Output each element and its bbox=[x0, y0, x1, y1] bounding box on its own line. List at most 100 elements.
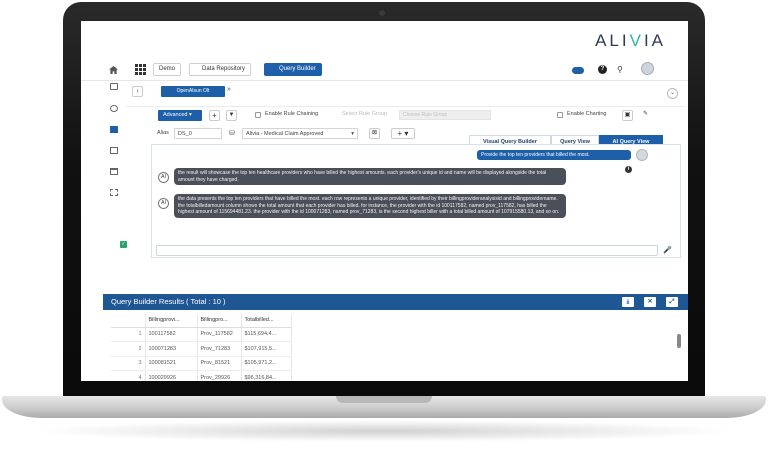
cell-provider-name: Prov_71283 bbox=[197, 341, 242, 357]
app-header: ALIVIA bbox=[81, 21, 688, 57]
advanced-label: Advanced bbox=[163, 112, 188, 118]
chat-input[interactable] bbox=[156, 245, 658, 256]
fullscreen-icon[interactable]: ⤢ bbox=[666, 297, 678, 307]
cell-provider-id: 100117582 bbox=[145, 327, 198, 342]
top-toolbar: Demo Data Repository Query Builder ? ⚲ bbox=[81, 59, 688, 81]
dropdown-caret-icon: ▾ bbox=[351, 131, 354, 137]
user-avatar-small bbox=[636, 149, 648, 161]
user-settings-icon[interactable]: ⚲ bbox=[617, 65, 623, 74]
info-icon[interactable]: i bbox=[625, 166, 632, 173]
checklist-icon[interactable] bbox=[110, 147, 118, 154]
cell-billed-amount: $96,316,84... bbox=[241, 370, 292, 381]
webcam bbox=[379, 10, 385, 16]
select-rule-group-label: Select Rule Group bbox=[342, 111, 387, 117]
query-builder-panel: › OpenAIsun Olt » ⌄ Advanced ▾ + ▼ Enabl… bbox=[125, 82, 685, 314]
bot-message-2: the data presents the top ten providers … bbox=[174, 194, 566, 218]
logo-text-v: V bbox=[629, 31, 644, 50]
brush-icon[interactable]: ✎ bbox=[640, 110, 651, 121]
status-check-icon: ✓ bbox=[120, 241, 127, 248]
cell-provider-id: 100071283 bbox=[145, 341, 198, 357]
laptop-notch bbox=[336, 396, 432, 403]
vertical-scrollbar[interactable] bbox=[677, 334, 681, 348]
chip-demo[interactable]: Demo bbox=[153, 63, 182, 76]
table-row[interactable]: 4 100029926 Prov_29926 $96,316,84... bbox=[111, 370, 292, 381]
clear-icon[interactable]: ⊠ bbox=[369, 128, 380, 139]
row-number: 2 bbox=[111, 341, 146, 357]
query-results-panel: Query Builder Results ( Total : 10 ) ⤓ ✕… bbox=[103, 294, 688, 381]
chevron-right-icon: » bbox=[227, 86, 231, 93]
expand-panel-button[interactable]: › bbox=[132, 86, 143, 97]
row-number-header bbox=[111, 314, 146, 328]
laptop-shadow bbox=[30, 420, 738, 442]
apps-grid-icon[interactable] bbox=[135, 64, 146, 75]
logo-text: ALI bbox=[595, 31, 630, 50]
user-avatar[interactable] bbox=[641, 62, 654, 75]
alivia-logo[interactable]: ALIVIA bbox=[595, 31, 666, 51]
alias-input[interactable]: DS_0 bbox=[174, 128, 222, 139]
alias-label: Alias bbox=[157, 130, 169, 136]
add-menu-button[interactable]: + ▾ bbox=[391, 128, 415, 139]
table-header-row: Billingprovi... Billingpro... Totalbille… bbox=[111, 314, 292, 328]
results-header: Query Builder Results ( Total : 10 ) bbox=[103, 294, 688, 310]
advanced-dropdown[interactable]: Advanced ▾ bbox=[158, 110, 202, 121]
left-nav-rail bbox=[107, 83, 125, 323]
chip-data-repository[interactable]: Data Repository bbox=[189, 63, 252, 76]
cell-provider-name: Prov_117582 bbox=[197, 327, 242, 342]
source-tab[interactable]: OpenAIsun Olt bbox=[161, 86, 225, 97]
ai-chat-panel: Provide the top ten providers that bille… bbox=[151, 144, 681, 258]
row-number: 4 bbox=[111, 370, 146, 381]
print-icon[interactable]: ▣ bbox=[622, 110, 633, 121]
rule-group-select[interactable]: Choose Rule Group bbox=[399, 110, 491, 120]
row-number: 3 bbox=[111, 356, 146, 371]
table-icon[interactable] bbox=[110, 126, 118, 133]
chip-query-builder[interactable]: Query Builder bbox=[264, 63, 322, 76]
column-header[interactable]: Billingprovi... bbox=[145, 314, 198, 328]
rule-chaining-label: Enable Rule Chaining bbox=[265, 111, 319, 117]
database-icon: ⛁ bbox=[229, 130, 235, 137]
table-row[interactable]: 3 100081521 Prov_81521 $105,971,2... bbox=[111, 356, 292, 371]
alias-row: Alias DS_0 ⛁ Alivia - Medical Claim Appr… bbox=[125, 126, 685, 149]
column-header[interactable]: Totalbilled... bbox=[241, 314, 292, 328]
cell-provider-id: 100081521 bbox=[145, 356, 198, 371]
cell-provider-name: Prov_29926 bbox=[197, 370, 242, 381]
calendar-icon[interactable] bbox=[110, 168, 118, 175]
add-icon[interactable]: + bbox=[209, 110, 220, 121]
help-icon[interactable]: ? bbox=[598, 65, 607, 74]
cell-billed-amount: $105,971,2... bbox=[241, 356, 292, 371]
rule-chaining-checkbox[interactable] bbox=[255, 112, 261, 118]
chevron-down-icon[interactable]: ⌄ bbox=[667, 88, 678, 99]
table-row[interactable]: 2 100071283 Prov_71283 $107,915,5... bbox=[111, 341, 292, 357]
logo-text-end: IA bbox=[643, 31, 666, 50]
download-icon[interactable]: ⤓ bbox=[622, 297, 634, 307]
charting-checkbox[interactable] bbox=[557, 112, 563, 118]
filter-icon[interactable]: ▼ bbox=[226, 110, 237, 121]
toggle-switch[interactable] bbox=[572, 67, 584, 74]
app-screen: ALIVIA Demo Data Repository Query Builde… bbox=[81, 21, 688, 381]
layers-icon[interactable] bbox=[110, 83, 118, 90]
column-header[interactable]: Billingpro... bbox=[197, 314, 242, 328]
cell-billed-amount: $115,694,4... bbox=[241, 327, 292, 342]
chip-data-repository-label: Data Repository bbox=[202, 66, 246, 72]
bot-message-1: the result will showcase the top ten hea… bbox=[174, 168, 566, 186]
dataset-select[interactable]: Alivia - Medical Claim Approved ▾ bbox=[242, 128, 358, 139]
cell-provider-id: 100029926 bbox=[145, 370, 198, 381]
table-row[interactable]: 1 100117582 Prov_117582 $115,694,4... bbox=[111, 327, 292, 342]
microphone-icon[interactable]: 🎤 bbox=[663, 246, 672, 254]
network-icon[interactable] bbox=[110, 189, 118, 196]
home-icon[interactable] bbox=[109, 66, 118, 74]
results-table: Billingprovi... Billingpro... Totalbille… bbox=[111, 314, 292, 381]
chip-query-builder-label: Query Builder bbox=[279, 66, 316, 72]
charting-label: Enable Charting bbox=[567, 111, 607, 117]
bot-icon: AI bbox=[158, 172, 169, 183]
eye-icon[interactable] bbox=[110, 105, 118, 112]
cell-billed-amount: $107,915,5... bbox=[241, 341, 292, 357]
close-icon[interactable]: ✕ bbox=[644, 297, 656, 307]
row-number: 1 bbox=[111, 327, 146, 342]
user-message: Provide the top ten providers that bille… bbox=[477, 150, 631, 160]
query-toolbar: Advanced ▾ + ▼ Enable Rule Chaining Sele… bbox=[125, 106, 685, 122]
bot-icon: AI bbox=[158, 198, 169, 209]
dataset-select-value: Alivia - Medical Claim Approved bbox=[246, 131, 324, 137]
laptop-mockup: ALIVIA Demo Data Repository Query Builde… bbox=[0, 0, 768, 465]
results-title: Query Builder Results ( Total : 10 ) bbox=[111, 297, 226, 306]
cell-provider-name: Prov_81521 bbox=[197, 356, 242, 371]
